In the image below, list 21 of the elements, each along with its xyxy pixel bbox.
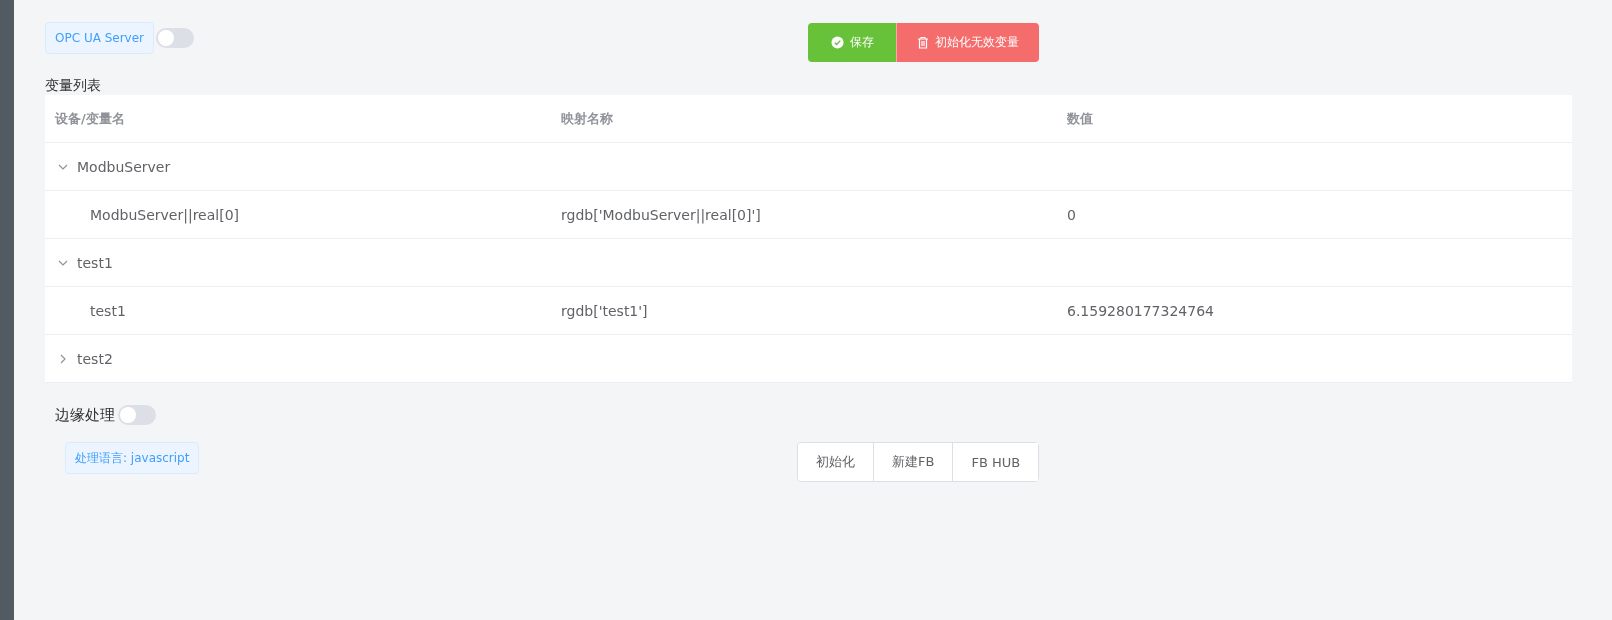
mapping-name: rgdb['ModbuServer||real[0]'] <box>561 206 761 223</box>
variable-value: 6.159280177324764 <box>1067 302 1214 319</box>
column-header: 数值 <box>1067 109 1093 128</box>
toolbar-button[interactable]: FB HUB <box>952 443 1039 481</box>
toggle-switch[interactable] <box>118 405 156 425</box>
section-title: 变量列表 <box>45 76 102 95</box>
tag: 处理语言: javascript <box>65 442 200 474</box>
toggle-switch[interactable] <box>156 28 195 48</box>
tag: OPC UA Server <box>45 22 155 54</box>
variable-name: ModbuServer||real[0] <box>90 206 239 223</box>
device-name: ModbuServer <box>77 158 171 175</box>
variable-name: test1 <box>90 302 126 319</box>
section-title: 边缘处理 <box>55 405 115 425</box>
device-name: test2 <box>77 350 113 367</box>
column-header: 设备/变量名 <box>55 109 125 128</box>
variable-value: 0 <box>1067 206 1076 223</box>
check-circle-icon <box>830 36 844 49</box>
device-name: test1 <box>77 254 113 271</box>
column-header: 映射名称 <box>561 109 613 128</box>
trash-icon <box>917 36 929 49</box>
mapping-name: rgdb['test1'] <box>561 302 648 319</box>
